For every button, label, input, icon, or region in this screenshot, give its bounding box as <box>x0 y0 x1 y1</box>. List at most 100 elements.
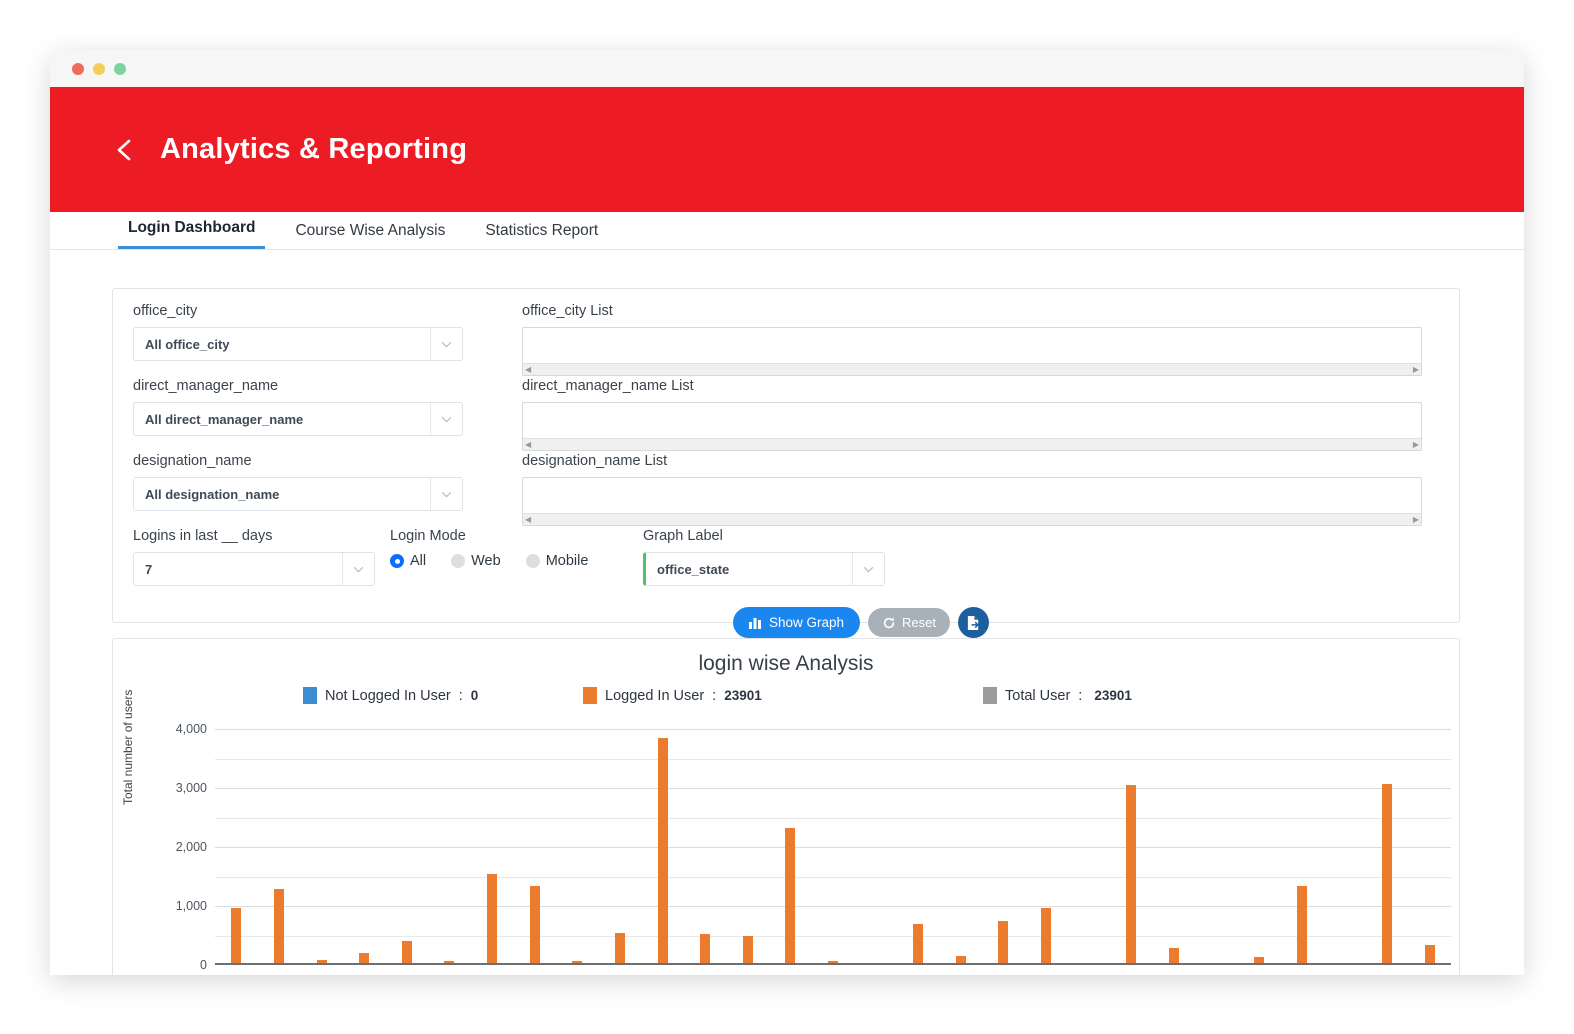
chart-bar[interactable] <box>998 920 1009 963</box>
export-button[interactable] <box>958 607 990 638</box>
legend-value: 0 <box>470 688 479 703</box>
chart-bar[interactable] <box>529 886 540 963</box>
gridline-major <box>215 906 1451 907</box>
scroll-right-icon[interactable]: ▶ <box>1413 515 1419 524</box>
logins-days-select[interactable]: 7 <box>133 552 375 586</box>
horizontal-scrollbar[interactable]: ◀ ▶ <box>523 513 1421 525</box>
gridline-minor <box>215 935 1451 937</box>
y-axis-tick-label: 1,000 <box>175 899 207 913</box>
chart-plot-area: Total number of users 0 1,000 2,000 3,000 4,… <box>113 689 1459 975</box>
chart-bar[interactable] <box>742 935 753 963</box>
gridline-minor <box>215 817 1451 819</box>
refresh-icon <box>883 616 895 628</box>
horizontal-scrollbar[interactable]: ◀ ▶ <box>523 438 1421 450</box>
window-maximize-button[interactable] <box>114 62 126 75</box>
scroll-left-icon[interactable]: ◀ <box>525 365 531 374</box>
chart-bar[interactable] <box>401 940 412 963</box>
chart-bar[interactable] <box>614 932 625 963</box>
designation-name-label: designation_name <box>133 453 252 469</box>
legend-name: Total User <box>1005 687 1071 704</box>
tab-statistics-report[interactable]: Statistics Report <box>475 222 608 249</box>
chart-bar[interactable] <box>1168 948 1179 963</box>
chart-card: login wise Analysis Not Logged In User: … <box>112 638 1460 975</box>
designation-name-listbox[interactable]: ◀ ▶ <box>522 477 1422 526</box>
chart-bar[interactable] <box>444 960 455 963</box>
reset-label: Reset <box>902 615 937 630</box>
chart-bar[interactable] <box>955 955 966 963</box>
login-mode-label: Login Mode <box>390 528 466 544</box>
chart-bar[interactable] <box>1424 945 1435 963</box>
tab-login-dashboard[interactable]: Login Dashboard <box>118 219 266 249</box>
gridline-major <box>215 847 1451 848</box>
chart-bar[interactable] <box>1126 784 1137 963</box>
scroll-left-icon[interactable]: ◀ <box>525 440 531 449</box>
chart-bar[interactable] <box>572 961 583 963</box>
designation-name-select[interactable]: All designation_name <box>133 477 463 511</box>
reset-button[interactable]: Reset <box>868 608 951 637</box>
chart-bar[interactable] <box>1296 886 1307 963</box>
show-graph-button[interactable]: Show Graph <box>733 607 861 638</box>
radio-web[interactable]: Web <box>451 553 501 569</box>
chart-bar[interactable] <box>359 952 370 963</box>
window-minimize-button[interactable] <box>93 62 105 75</box>
direct-manager-name-listbox[interactable]: ◀ ▶ <box>522 402 1422 451</box>
chart-bar[interactable] <box>913 924 924 963</box>
y-axis-tick-label: 2,000 <box>175 840 207 854</box>
chart-bar[interactable] <box>785 827 796 963</box>
chart-bar[interactable] <box>657 738 668 963</box>
y-axis-tick-label: 0 <box>200 958 207 972</box>
legend-swatch <box>303 687 317 704</box>
radio-mobile[interactable]: Mobile <box>525 553 588 569</box>
tab-course-wise-analysis[interactable]: Course Wise Analysis <box>285 222 455 249</box>
logins-days-value: 7 <box>145 561 153 577</box>
office-city-value: All office_city <box>145 336 230 352</box>
chevron-down-icon <box>430 478 462 510</box>
chevron-down-icon <box>430 328 462 360</box>
legend-value: 23901 <box>724 688 762 703</box>
y-axis-title: Total number of users <box>121 689 135 805</box>
window-close-button[interactable] <box>72 62 84 75</box>
scroll-left-icon[interactable]: ◀ <box>525 515 531 524</box>
legend-value: 23901 <box>1094 688 1132 703</box>
x-axis-line <box>215 963 1451 965</box>
office-city-listbox[interactable]: ◀ ▶ <box>522 327 1422 376</box>
chevron-down-icon <box>430 403 462 435</box>
tab-bar: Login Dashboard Course Wise Analysis Sta… <box>50 212 1524 250</box>
radio-indicator <box>390 554 404 568</box>
chevron-down-icon <box>852 553 884 585</box>
legend-item-logged-in: Logged In User: 23901 <box>583 687 983 704</box>
scroll-right-icon[interactable]: ▶ <box>1413 365 1419 374</box>
graph-label-select[interactable]: office_state <box>643 552 885 586</box>
chart-bar[interactable] <box>273 889 284 963</box>
chart-bar[interactable] <box>487 873 498 963</box>
office-city-label: office_city <box>133 303 198 319</box>
chart-bar[interactable] <box>316 959 327 963</box>
export-file-icon <box>967 615 979 630</box>
radio-all[interactable]: All <box>390 553 426 569</box>
legend-name: Not Logged In User <box>325 687 451 704</box>
horizontal-scrollbar[interactable]: ◀ ▶ <box>523 363 1421 375</box>
chart-grid <box>215 729 1451 965</box>
window-titlebar <box>50 50 1524 87</box>
scroll-right-icon[interactable]: ▶ <box>1413 440 1419 449</box>
chart-bar[interactable] <box>1382 784 1393 963</box>
y-axis-tick-label: 3,000 <box>175 781 207 795</box>
radio-indicator <box>451 554 466 568</box>
chevron-left-icon[interactable] <box>112 137 138 163</box>
legend-swatch <box>583 687 597 704</box>
chart-bar[interactable] <box>828 961 838 963</box>
chart-bar[interactable] <box>700 933 711 963</box>
page-title: Analytics & Reporting <box>160 133 468 165</box>
show-graph-label: Show Graph <box>769 615 845 630</box>
legend-item-not-logged-in: Not Logged In User: 0 <box>303 687 583 704</box>
legend-item-total-user: Total User: 23901 <box>983 687 1132 704</box>
direct-manager-name-select[interactable]: All direct_manager_name <box>133 402 463 436</box>
chart-bar[interactable] <box>1254 956 1265 963</box>
gridline-minor <box>215 876 1451 878</box>
gridline-major <box>215 788 1451 789</box>
office-city-select[interactable]: All office_city <box>133 327 463 361</box>
radio-indicator <box>525 554 540 568</box>
chart-bar[interactable] <box>231 907 242 963</box>
chart-bar[interactable] <box>1041 907 1052 963</box>
login-mode-radio-group: All Web Mobile <box>390 553 606 569</box>
